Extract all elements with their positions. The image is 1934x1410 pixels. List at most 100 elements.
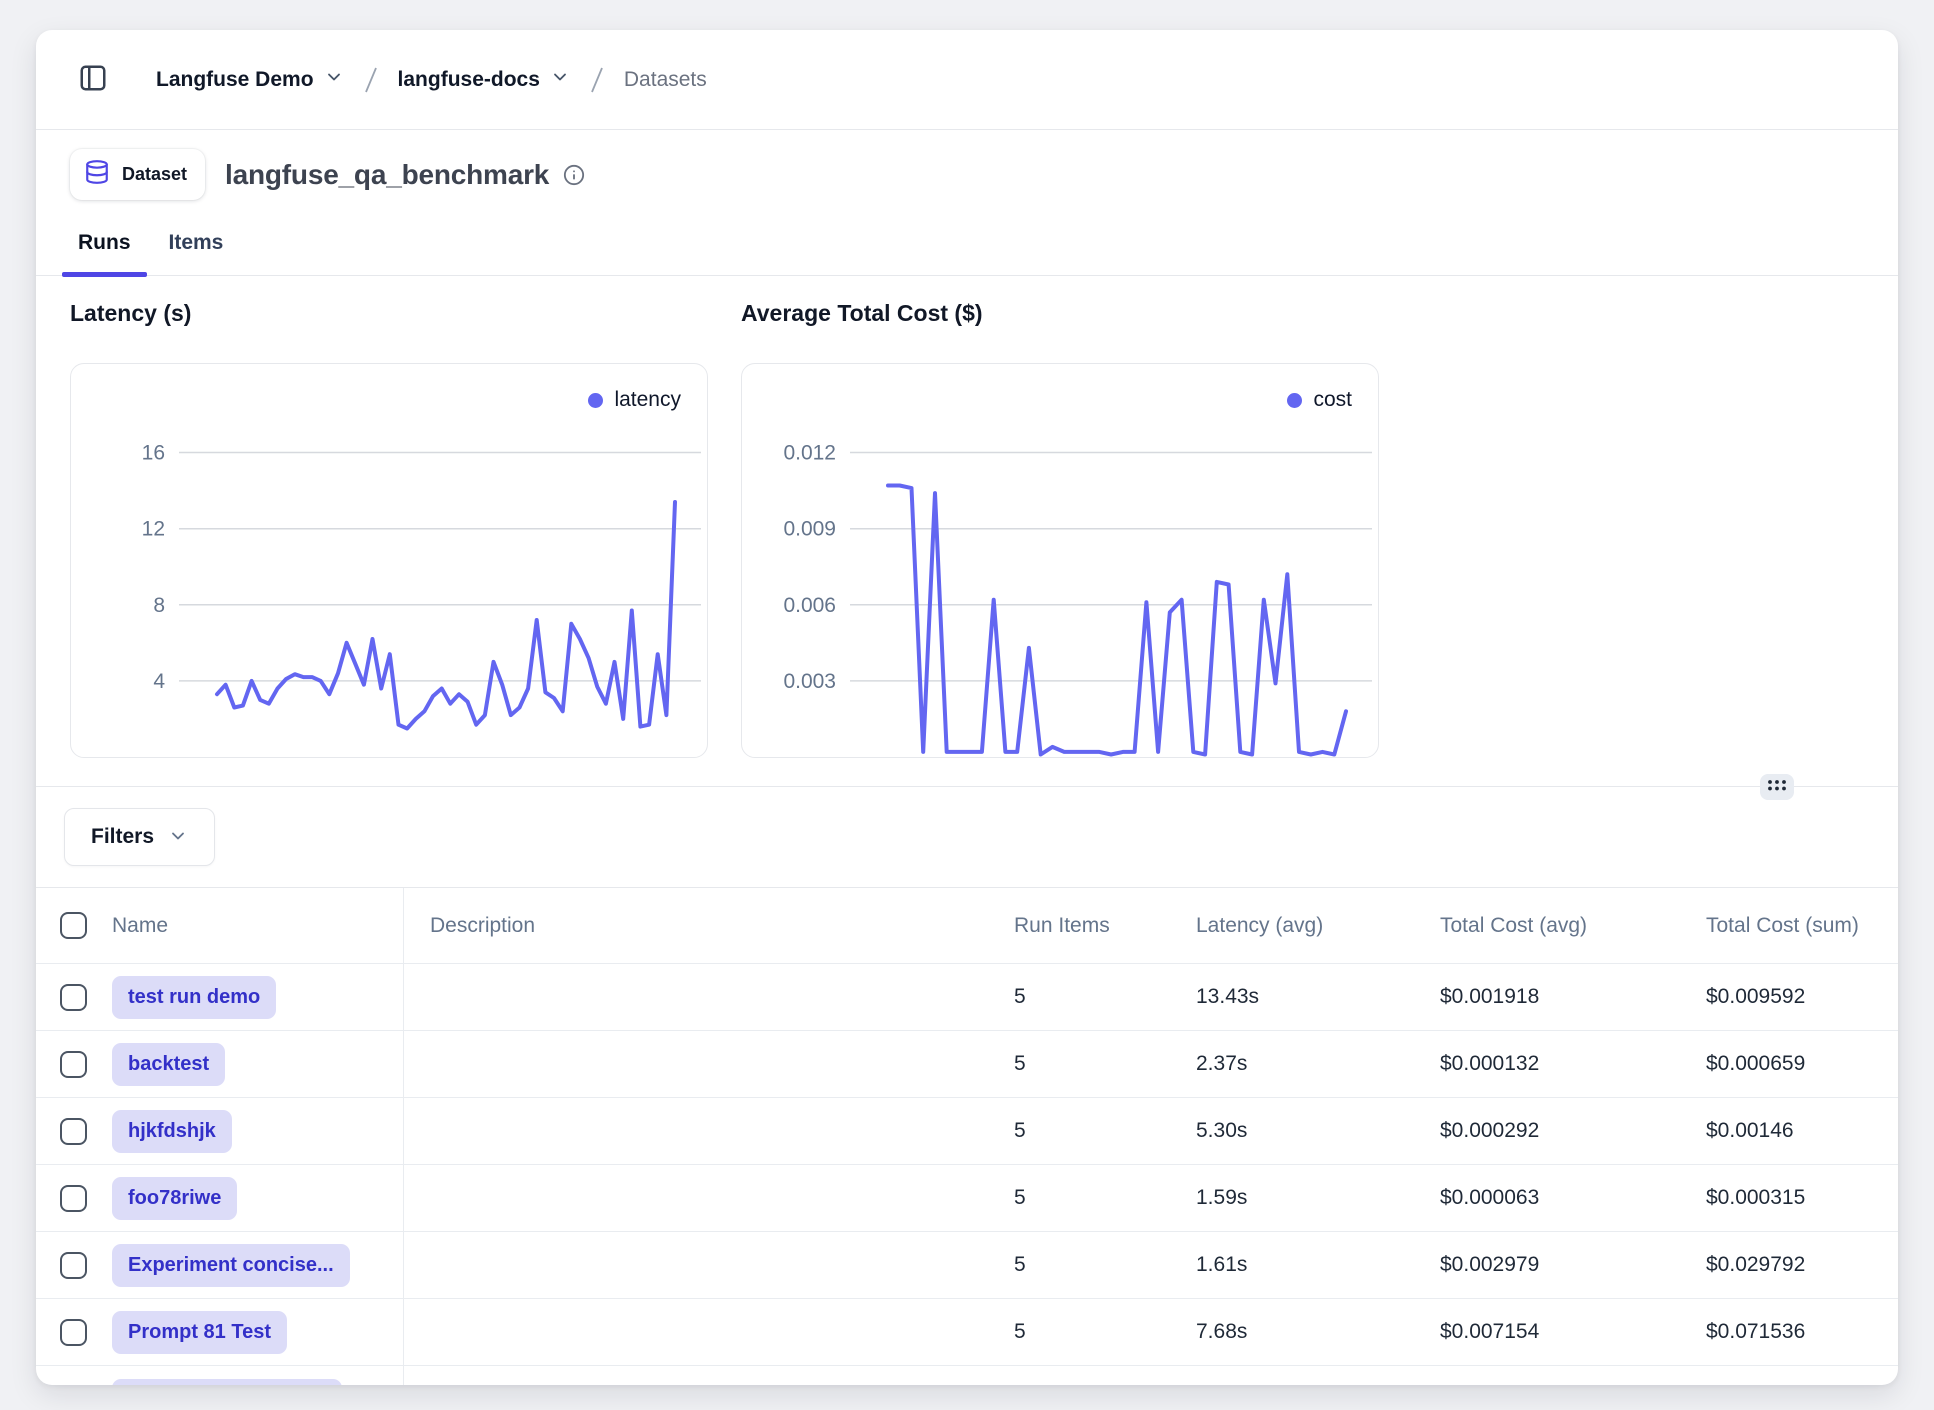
tab-runs[interactable]: Runs xyxy=(62,231,147,275)
cost-legend: cost xyxy=(1287,388,1352,412)
svg-text:0.003: 0.003 xyxy=(783,670,836,693)
run-name-cell: hjkfdshjk xyxy=(112,1098,404,1164)
run-name-cell: Prompt 81 Test xyxy=(112,1299,404,1365)
latency-avg-cell: 5.30s xyxy=(1196,1119,1440,1143)
tab-bar: Runs Items xyxy=(36,205,1898,276)
svg-text:0.009: 0.009 xyxy=(783,518,836,541)
breadcrumb-project-switcher[interactable]: langfuse-docs xyxy=(398,67,570,92)
panel-left-icon xyxy=(78,63,108,96)
table-row: foo78riwe 5 1.59s $0.000063 $0.000315 xyxy=(36,1165,1898,1232)
total-cost-avg-cell: $0.002979 xyxy=(1440,1253,1706,1277)
cost-chart-card: 0.0120.0090.0060.003 cost xyxy=(741,363,1379,758)
cost-chart-title: Average Total Cost ($) xyxy=(741,300,1379,330)
row-checkbox-cell xyxy=(36,1299,112,1365)
table-row: hjkfdshjk 5 5.30s $0.000292 $0.00146 xyxy=(36,1098,1898,1165)
column-header-latency-avg[interactable]: Latency (avg) xyxy=(1196,914,1440,938)
run-name-pill[interactable]: Experiment concise... xyxy=(112,1244,350,1287)
page-title: langfuse_qa_benchmark xyxy=(225,159,549,191)
row-checkbox[interactable] xyxy=(60,1118,87,1145)
tab-items[interactable]: Items xyxy=(153,231,240,275)
page: Langfuse Demo langfuse-docs xyxy=(0,0,1934,1410)
column-header-description[interactable]: Description xyxy=(404,914,1014,938)
latency-legend: latency xyxy=(588,388,681,412)
legend-dot-icon xyxy=(1287,393,1302,408)
latency-avg-cell: 13.43s xyxy=(1196,985,1440,1009)
total-cost-sum-cell: $0.029792 xyxy=(1706,1253,1898,1277)
svg-text:0.012: 0.012 xyxy=(783,442,836,465)
grip-dots-icon xyxy=(1766,777,1788,798)
run-items-cell: 5 xyxy=(1014,1320,1196,1344)
total-cost-sum-cell: $0.000315 xyxy=(1706,1186,1898,1210)
run-name-pill[interactable]: hjkfdshjk xyxy=(112,1110,232,1153)
filters-row: Filters xyxy=(36,787,1898,887)
svg-text:8: 8 xyxy=(153,594,165,617)
row-checkbox-cell xyxy=(36,1232,112,1298)
panel-resize-divider xyxy=(36,786,1898,787)
run-name-pill[interactable]: Prompt 81 Test xyxy=(112,1311,287,1354)
charts-section: Latency (s) 161284 latency Average Total… xyxy=(36,276,1898,786)
cost-chart-block: Average Total Cost ($) 0.0120.0090.0060.… xyxy=(741,300,1379,758)
run-items-cell: 5 xyxy=(1014,1119,1196,1143)
chevron-down-icon xyxy=(324,67,344,92)
filters-button-label: Filters xyxy=(91,825,154,849)
row-checkbox[interactable] xyxy=(60,1185,87,1212)
run-name-cell: Experiment concise... xyxy=(112,1232,404,1298)
runs-table: Name Description Run Items Latency (avg)… xyxy=(36,887,1898,1385)
latency-avg-cell: 7.68s xyxy=(1196,1320,1440,1344)
row-checkbox-cell xyxy=(36,964,112,1030)
run-name-pill[interactable] xyxy=(112,1379,342,1385)
legend-dot-icon xyxy=(588,393,603,408)
column-header-total-cost-avg[interactable]: Total Cost (avg) xyxy=(1440,914,1706,938)
database-icon xyxy=(84,159,110,190)
table-header-row: Name Description Run Items Latency (avg)… xyxy=(36,888,1898,964)
breadcrumb-separator xyxy=(360,63,382,97)
table-row: backtest 5 2.37s $0.000132 $0.000659 xyxy=(36,1031,1898,1098)
breadcrumb-project-label: langfuse-docs xyxy=(398,68,540,92)
top-bar: Langfuse Demo langfuse-docs xyxy=(36,30,1898,130)
dataset-badge-label: Dataset xyxy=(122,164,187,185)
table-row-partial xyxy=(36,1366,1898,1385)
svg-text:12: 12 xyxy=(142,518,165,541)
sidebar-toggle-button[interactable] xyxy=(78,63,108,96)
latency-line-chart: 161284 xyxy=(71,364,709,759)
row-checkbox[interactable] xyxy=(60,1051,87,1078)
run-items-cell: 5 xyxy=(1014,1186,1196,1210)
row-checkbox[interactable] xyxy=(60,1319,87,1346)
latency-chart-card: 161284 latency xyxy=(70,363,708,758)
select-all-checkbox[interactable] xyxy=(60,912,87,939)
row-checkbox[interactable] xyxy=(60,984,87,1011)
row-checkbox-cell xyxy=(36,1366,112,1385)
total-cost-avg-cell: $0.000063 xyxy=(1440,1186,1706,1210)
table-row: test run demo 5 13.43s $0.001918 $0.0095… xyxy=(36,964,1898,1031)
chevron-down-icon xyxy=(168,826,188,849)
row-checkbox-cell xyxy=(36,1165,112,1231)
latency-legend-label: latency xyxy=(614,388,681,412)
table-row: Prompt 81 Test 5 7.68s $0.007154 $0.0715… xyxy=(36,1299,1898,1366)
run-items-cell: 5 xyxy=(1014,1052,1196,1076)
column-header-run-items[interactable]: Run Items xyxy=(1014,914,1196,938)
select-all-checkbox-cell xyxy=(36,888,112,963)
run-name-cell: foo78riwe xyxy=(112,1165,404,1231)
info-icon[interactable] xyxy=(563,164,585,186)
run-name-pill[interactable]: test run demo xyxy=(112,976,276,1019)
dataset-badge: Dataset xyxy=(70,149,205,200)
table-row: Experiment concise... 5 1.61s $0.002979 … xyxy=(36,1232,1898,1299)
column-header-name[interactable]: Name xyxy=(112,888,404,963)
app-window: Langfuse Demo langfuse-docs xyxy=(36,30,1898,1385)
breadcrumb-org-label: Langfuse Demo xyxy=(156,68,314,92)
drag-handle[interactable] xyxy=(1760,774,1794,800)
row-checkbox-cell xyxy=(36,1031,112,1097)
breadcrumb-datasets[interactable]: Datasets xyxy=(624,68,707,92)
latency-avg-cell: 1.61s xyxy=(1196,1253,1440,1277)
row-checkbox-cell xyxy=(36,1098,112,1164)
filters-button[interactable]: Filters xyxy=(64,808,215,866)
column-header-total-cost-sum[interactable]: Total Cost (sum) xyxy=(1706,914,1898,938)
latency-avg-cell: 2.37s xyxy=(1196,1052,1440,1076)
run-name-pill[interactable]: foo78riwe xyxy=(112,1177,237,1220)
breadcrumb-org-switcher[interactable]: Langfuse Demo xyxy=(156,67,344,92)
run-name-pill[interactable]: backtest xyxy=(112,1043,225,1086)
run-name-cell: backtest xyxy=(112,1031,404,1097)
row-checkbox[interactable] xyxy=(60,1252,87,1279)
total-cost-avg-cell: $0.000292 xyxy=(1440,1119,1706,1143)
run-name-cell: test run demo xyxy=(112,964,404,1030)
